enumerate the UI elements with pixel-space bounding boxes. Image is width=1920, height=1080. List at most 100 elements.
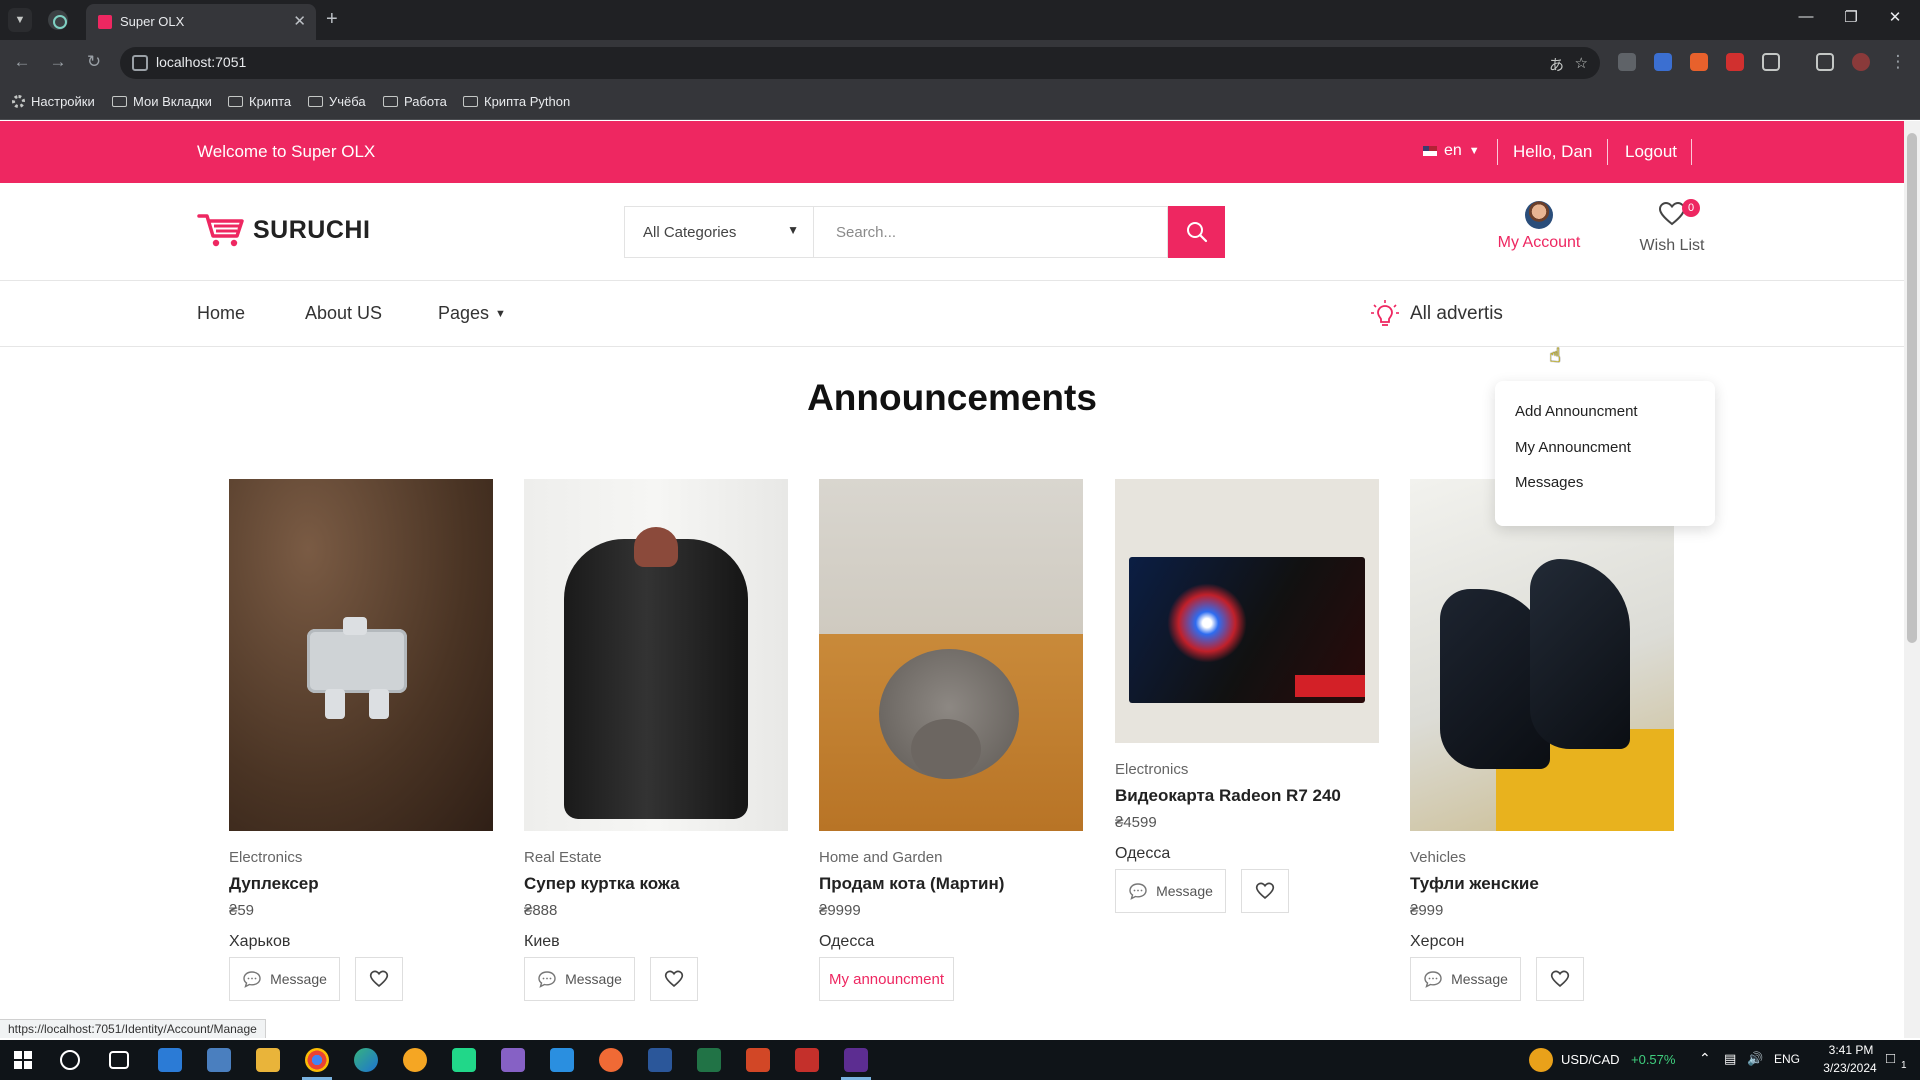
nav-pages[interactable]: Pages ▼ [438,303,506,324]
currency-ticker[interactable]: USD/CAD [1561,1052,1620,1067]
page-scrollbar[interactable] [1904,121,1920,1038]
calculator-icon[interactable] [207,1048,231,1072]
terminal-icon[interactable] [844,1048,868,1072]
message-button[interactable]: Message [229,957,340,1001]
add-to-wishlist-button[interactable] [650,957,698,1001]
scrollbar-thumb[interactable] [1907,133,1917,643]
translate-extension-icon[interactable] [1654,53,1672,71]
address-bar[interactable]: localhost:7051 あ ☆ [120,47,1600,79]
site-logo[interactable]: SURUCHI [197,211,370,249]
bookmark-folder[interactable]: Работа [383,94,447,109]
powerpoint-icon[interactable] [746,1048,770,1072]
all-ads-link[interactable]: All advertis [1370,299,1503,329]
wish-list-button[interactable]: 0 Wish List [1630,199,1714,255]
logout-link[interactable]: Logout [1625,142,1677,162]
black-heels-photo[interactable] [1410,479,1674,831]
word-icon[interactable] [648,1048,672,1072]
forward-icon[interactable]: → [46,52,70,72]
pinned-tab-icon[interactable] [48,10,68,30]
network-icon[interactable]: ▤ [1724,1051,1736,1067]
bookmark-folder[interactable]: Учёба [308,94,366,109]
card-title[interactable]: Супер куртка кожа [524,874,788,894]
grey-cat-photo[interactable] [819,479,1083,831]
file-explorer-icon[interactable] [256,1048,280,1072]
input-language[interactable]: ENG [1774,1052,1800,1066]
shield-extension-icon[interactable] [1618,53,1636,71]
chrome-icon[interactable] [305,1048,329,1072]
bookmark-label: Учёба [329,94,366,109]
folder-icon [463,96,478,107]
bookmark-folder[interactable]: Крипта [228,94,291,109]
card-title[interactable]: Продам кота (Мартин) [819,874,1083,894]
bookmark-folder[interactable]: Крипта Python [463,94,570,109]
chevron-up-icon[interactable]: ⌃ [1699,1050,1711,1067]
splitter-photo[interactable] [229,479,493,831]
cat-head-shape [911,719,981,779]
vscode-icon[interactable] [550,1048,574,1072]
leather-jacket-photo[interactable] [524,479,788,831]
currency-change: +0.57% [1631,1052,1676,1067]
back-icon[interactable]: ← [10,52,34,72]
nav-home[interactable]: Home [197,303,245,324]
menu-my-announcement[interactable]: My Announcment [1515,439,1631,456]
my-account-button[interactable]: My Account [1484,201,1594,252]
pdf-extension-icon[interactable] [1726,53,1744,71]
menu-messages[interactable]: Messages [1515,474,1583,491]
store-icon[interactable] [158,1048,182,1072]
browser-app-icon[interactable] [403,1048,427,1072]
restore-icon[interactable]: ❐ [1836,8,1866,26]
side-panel-icon[interactable] [1816,53,1834,71]
nav-about[interactable]: About US [305,303,382,324]
search-input[interactable] [814,206,1168,258]
category-select[interactable]: All Categories ▼ [624,206,814,258]
announcement-card: Vehicles Туфли женские ₴999 Херсон Messa… [1410,479,1674,1001]
excel-icon[interactable] [697,1048,721,1072]
menu-add-announcement[interactable]: Add Announcment [1515,403,1638,420]
add-to-wishlist-button[interactable] [1241,869,1289,913]
card-title[interactable]: Видеокарта Radeon R7 240 [1115,786,1379,806]
tab-search-icon[interactable]: ▼ [8,8,32,32]
window-close-icon[interactable]: ✕ [1880,8,1910,26]
browser-menu-icon[interactable]: ⋮ [1886,52,1910,72]
pycharm-icon[interactable] [452,1048,476,1072]
task-view-icon[interactable] [109,1051,129,1069]
new-tab-icon[interactable]: + [326,8,338,30]
my-announcement-button[interactable]: My announcment [819,957,954,1001]
currency-widget-icon[interactable] [1529,1048,1553,1072]
card-title[interactable]: Туфли женские [1410,874,1674,894]
windows-start-icon[interactable] [14,1051,32,1069]
graphics-card-box-photo[interactable] [1115,479,1379,743]
message-button[interactable]: Message [1410,957,1521,1001]
message-button[interactable]: Message [524,957,635,1001]
close-tab-icon[interactable]: ✕ [293,12,306,30]
volume-icon[interactable]: 🔊 [1747,1051,1763,1067]
extensions-puzzle-icon[interactable] [1762,53,1780,71]
search-button[interactable] [1168,206,1225,258]
add-to-wishlist-button[interactable] [355,957,403,1001]
message-button[interactable]: Message [1115,869,1226,913]
edge-icon[interactable] [354,1048,378,1072]
postman-icon[interactable] [599,1048,623,1072]
clock-time[interactable]: 3:41 PM [1821,1043,1881,1057]
search-icon[interactable] [60,1050,80,1070]
swift-extension-icon[interactable] [1690,53,1708,71]
reload-icon[interactable]: ↻ [82,52,106,72]
clock-date[interactable]: 3/23/2024 [1815,1061,1885,1075]
profile-avatar-icon[interactable] [1852,53,1870,71]
bookmark-settings[interactable]: Настройки [12,94,95,109]
translate-icon[interactable]: あ [1549,54,1564,75]
browser-tab-active[interactable]: Super OLX ✕ [86,4,316,40]
divider [1691,139,1692,165]
bookmark-star-icon[interactable]: ☆ [1575,54,1588,72]
bookmark-folder[interactable]: Мои Вкладки [112,94,212,109]
notifications-icon[interactable]: □ [1886,1050,1895,1067]
announcement-card: Real Estate Супер куртка кожа ₴888 Киев … [524,479,788,1001]
pdf-reader-icon[interactable] [795,1048,819,1072]
language-selector[interactable]: en ▼ [1423,142,1480,160]
site-info-icon[interactable] [132,55,148,71]
add-to-wishlist-button[interactable] [1536,957,1584,1001]
card-title[interactable]: Дуплексер [229,874,493,894]
minimize-icon[interactable]: — [1791,8,1821,25]
visual-studio-icon[interactable] [501,1048,525,1072]
address-url[interactable]: localhost:7051 [156,54,246,70]
